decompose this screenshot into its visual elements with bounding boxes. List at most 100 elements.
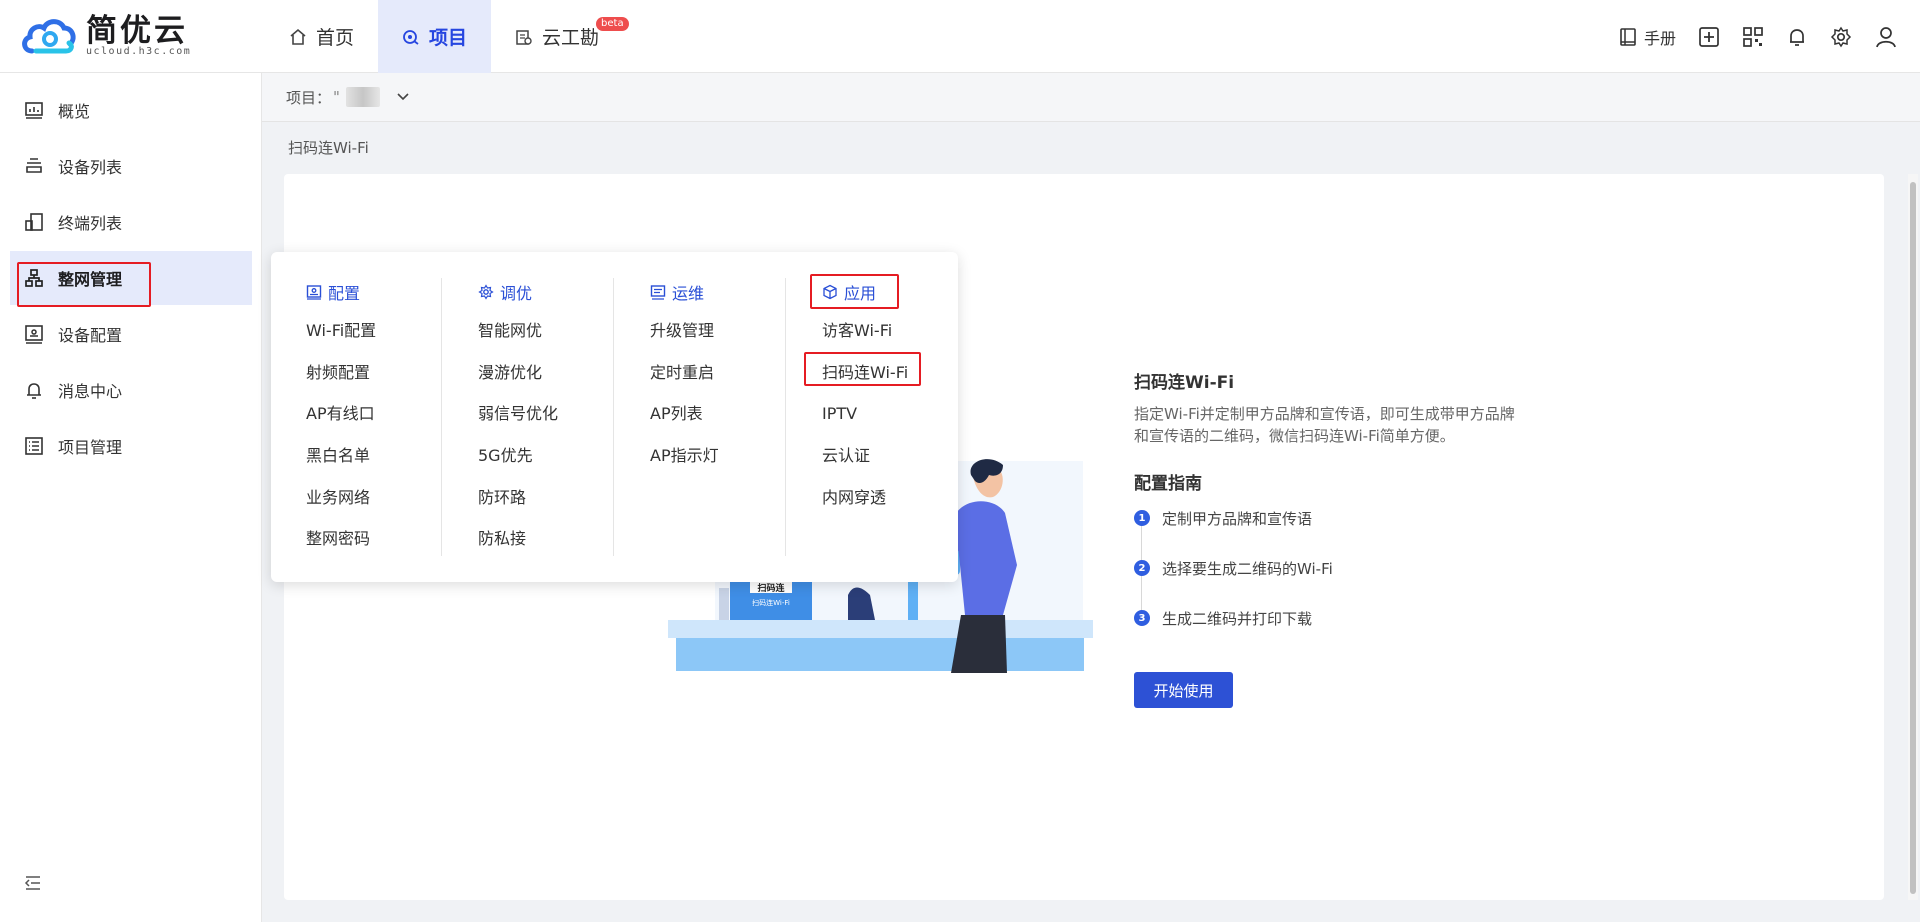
menu-heading-ops: 运维 — [650, 280, 704, 304]
menu-item[interactable]: AP有线口 — [306, 401, 376, 443]
nav-project[interactable]: 项目 — [378, 0, 492, 73]
manual-label: 手册 — [1643, 28, 1676, 48]
user-icon — [1876, 26, 1896, 47]
gear-icon — [1830, 26, 1852, 47]
menu-column-ops: 运维 升级管理 定时重启 AP列表 AP指示灯 — [615, 252, 785, 582]
menu-heading-label: 配置 — [328, 284, 361, 303]
menu-item[interactable]: AP指示灯 — [650, 443, 719, 485]
sidebar-item-label: 设备配置 — [58, 326, 123, 345]
feature-intro: 扫码连Wi-Fi 指定Wi-Fi并定制甲方品牌和宣传语，即可生成带甲方品牌和宣传… — [1134, 368, 1534, 658]
sidebar: 概览 设备列表 终端列表 整网管理 设备配置 消息中心 项目管理 — [0, 73, 262, 922]
terminal-icon — [25, 213, 43, 231]
menu-item[interactable]: 整网密码 — [306, 526, 376, 568]
menu-item[interactable]: 升级管理 — [650, 318, 719, 360]
nav-home-label: 首页 — [316, 27, 355, 49]
menu-item[interactable]: 防私接 — [478, 526, 558, 568]
intro-description: 指定Wi-Fi并定制甲方品牌和宣传语，即可生成带甲方品牌和宣传语的二维码，微信扫… — [1134, 405, 1515, 445]
step-number: 1 — [1134, 510, 1150, 526]
highlight-menu-scan-wifi — [804, 352, 921, 386]
collapse-icon — [24, 876, 40, 890]
sidebar-item-label: 终端列表 — [58, 214, 123, 233]
device-config-icon — [25, 325, 43, 344]
add-button[interactable] — [1698, 26, 1720, 48]
ops-list-icon — [650, 285, 666, 300]
guide-title: 配置指南 — [1134, 474, 1202, 494]
notification-button[interactable] — [1786, 26, 1808, 48]
sidebar-collapse-button[interactable] — [24, 875, 42, 891]
highlight-sidebar-network — [17, 262, 151, 307]
menu-item[interactable]: 智能网优 — [478, 318, 558, 360]
survey-icon — [516, 29, 532, 45]
tuning-icon — [478, 284, 494, 300]
step-text: 生成二维码并打印下载 — [1162, 609, 1313, 628]
guide-step: 2 选择要生成二维码的Wi-Fi — [1134, 558, 1534, 578]
sidebar-item-overview[interactable]: 概览 — [10, 83, 252, 137]
user-button[interactable] — [1874, 25, 1898, 49]
guide-step: 1 定制甲方品牌和宣传语 — [1134, 508, 1534, 528]
list-icon — [25, 437, 43, 455]
nav-survey[interactable]: 云工勘 beta — [491, 0, 629, 73]
start-button[interactable]: 开始使用 — [1134, 672, 1233, 708]
menu-heading-config: 配置 — [306, 280, 360, 304]
project-label: 项目： — [286, 88, 332, 107]
nav-home[interactable]: 首页 — [265, 0, 378, 73]
nav-project-label: 项目 — [429, 27, 468, 49]
menu-item[interactable]: Wi-Fi配置 — [306, 318, 376, 360]
scrollbar-thumb[interactable] — [1910, 182, 1916, 894]
home-icon — [290, 28, 306, 45]
top-nav: 首页 项目 云工勘 beta — [265, 0, 629, 73]
brand-domain: ucloud.h3c.com — [86, 46, 192, 57]
menu-heading-label: 运维 — [672, 284, 705, 303]
menu-item[interactable]: AP列表 — [650, 401, 719, 443]
top-header: 简优云 ucloud.h3c.com 首页 项目 云工勘 beta 手册 — [0, 0, 1920, 73]
manual-button[interactable]: 手册 — [1618, 25, 1676, 49]
guide-steps: 1 定制甲方品牌和宣传语 2 选择要生成二维码的Wi-Fi 3 生成二维码并打印… — [1134, 508, 1534, 628]
menu-item[interactable]: 黑白名单 — [306, 443, 376, 485]
plus-square-icon — [1699, 26, 1719, 47]
project-name-redacted — [345, 87, 380, 107]
menu-heading-label: 调优 — [500, 284, 533, 303]
intro-title: 扫码连Wi-Fi — [1134, 373, 1235, 393]
menu-divider — [785, 278, 786, 556]
config-icon — [306, 285, 322, 300]
settings-button[interactable] — [1830, 26, 1852, 48]
sidebar-item-messages[interactable]: 消息中心 — [10, 363, 252, 417]
menu-item[interactable]: 业务网络 — [306, 485, 376, 527]
beta-badge: beta — [596, 17, 629, 31]
sidebar-item-device-config[interactable]: 设备配置 — [10, 307, 252, 361]
highlight-menu-apps — [810, 274, 899, 309]
guide-step: 3 生成二维码并打印下载 — [1134, 608, 1534, 628]
step-number: 3 — [1134, 610, 1150, 626]
menu-item[interactable]: 5G优先 — [478, 443, 558, 485]
bell-icon — [27, 383, 41, 399]
menu-divider — [441, 278, 442, 556]
book-icon — [1620, 27, 1636, 46]
qrcode-button[interactable] — [1742, 26, 1764, 48]
project-dropdown[interactable] — [396, 90, 410, 104]
sidebar-item-terminals[interactable]: 终端列表 — [10, 195, 252, 249]
sidebar-item-label: 概览 — [58, 102, 91, 121]
sign-top-text: 扫码连 — [757, 582, 785, 594]
menu-item[interactable]: 防环路 — [478, 485, 558, 527]
step-text: 选择要生成二维码的Wi-Fi — [1162, 559, 1333, 578]
brand-logo[interactable]: 简优云 ucloud.h3c.com — [20, 14, 191, 57]
menu-item[interactable]: 弱信号优化 — [478, 401, 558, 443]
step-text: 定制甲方品牌和宣传语 — [1162, 509, 1313, 528]
menu-item[interactable]: 定时重启 — [650, 360, 719, 402]
sidebar-item-devices[interactable]: 设备列表 — [10, 139, 252, 193]
menu-item[interactable]: 云认证 — [822, 443, 908, 485]
menu-item[interactable]: IPTV — [822, 401, 908, 443]
menu-heading-tuning: 调优 — [478, 280, 532, 304]
bell-icon — [1790, 28, 1804, 46]
sidebar-item-label: 设备列表 — [58, 158, 123, 177]
sidebar-item-label: 消息中心 — [58, 382, 123, 401]
sidebar-item-label: 项目管理 — [58, 438, 123, 457]
sidebar-item-project-manage[interactable]: 项目管理 — [10, 419, 252, 473]
sign-text: 扫码连Wi-Fi — [752, 598, 790, 607]
breadcrumb: 扫码连Wi-Fi — [288, 139, 369, 157]
header-tools: 手册 — [1618, 0, 1898, 73]
menu-item[interactable]: 射频配置 — [306, 360, 376, 402]
menu-item[interactable]: 内网穿透 — [822, 485, 908, 527]
cloud-logo-icon — [22, 18, 76, 53]
menu-item[interactable]: 漫游优化 — [478, 360, 558, 402]
